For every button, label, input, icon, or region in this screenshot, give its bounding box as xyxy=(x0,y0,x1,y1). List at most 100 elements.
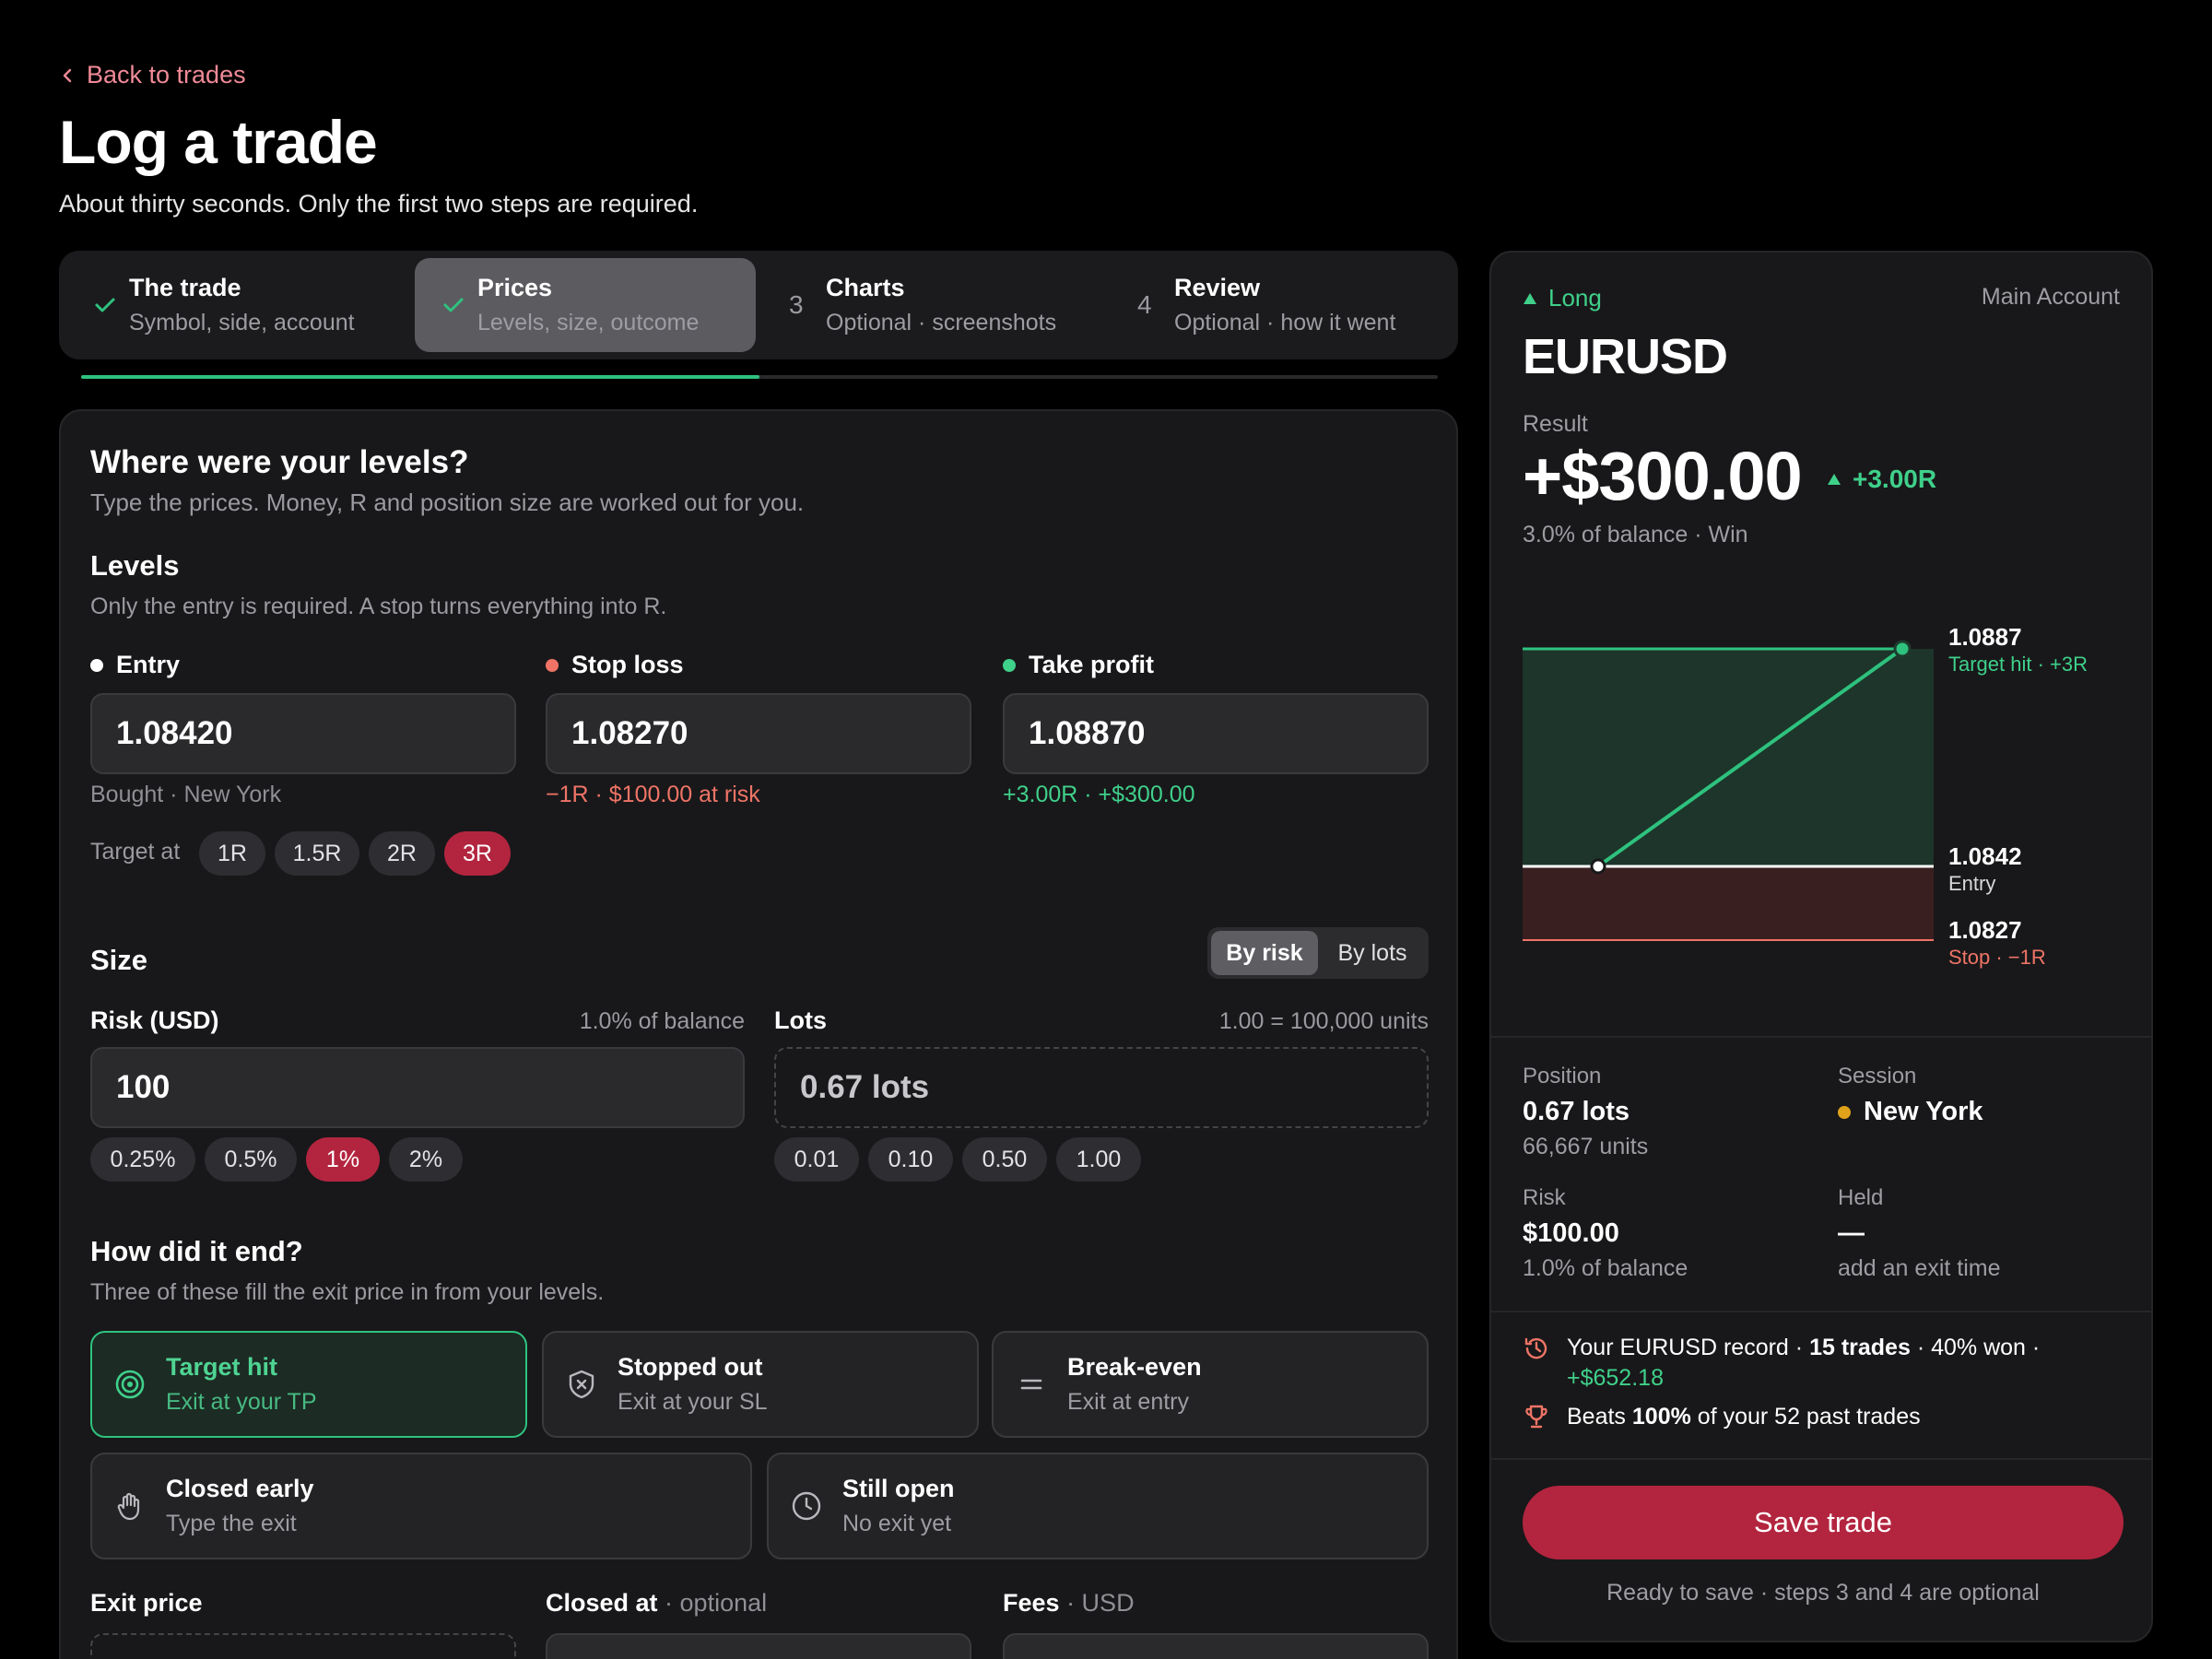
step-review[interactable]: 4 Review Optional · how it went xyxy=(1112,258,1453,352)
save-trade-button[interactable]: Save trade xyxy=(1523,1486,2124,1559)
divider xyxy=(1491,1036,2151,1038)
step-number: 3 xyxy=(789,290,804,319)
step-title: Prices xyxy=(477,274,553,301)
step-subtitle: Levels, size, outcome xyxy=(477,310,700,335)
stop-dot xyxy=(546,658,559,672)
step-title: The trade xyxy=(129,274,241,301)
session-value: New York xyxy=(1838,1097,1983,1127)
by-risk-toggle[interactable]: By risk xyxy=(1211,931,1318,975)
progress-fill xyxy=(81,375,759,379)
record-prefix: Your EURUSD record · xyxy=(1567,1335,1804,1360)
step-prices[interactable]: Prices Levels, size, outcome xyxy=(415,258,756,352)
entry-price: 1.0842 xyxy=(1948,842,2022,870)
option-title: Target hit xyxy=(166,1353,277,1381)
lots-chip-0-10[interactable]: 0.10 xyxy=(868,1137,953,1182)
loss-zone xyxy=(1523,866,1934,940)
option-subtitle: Type the exit xyxy=(166,1511,297,1536)
stop-loss-input[interactable]: 1.08270 xyxy=(546,693,971,774)
exit-price-label: Exit price xyxy=(90,1589,203,1617)
closed-at-label-text: Closed at xyxy=(546,1589,658,1617)
risk-chip-0-25[interactable]: 0.25% xyxy=(90,1137,195,1182)
target-chip-1-5r[interactable]: 1.5R xyxy=(275,831,359,876)
option-title: Stopped out xyxy=(618,1353,763,1381)
target-chip-2r[interactable]: 2R xyxy=(369,831,435,876)
risk-chip-2[interactable]: 2% xyxy=(389,1137,463,1182)
step-subtitle: Optional · how it went xyxy=(1174,310,1396,335)
size-mode-toggle: By risk By lots xyxy=(1207,927,1429,979)
divider xyxy=(1491,1458,2151,1460)
divider xyxy=(1491,1311,2151,1312)
option-title: Break-even xyxy=(1067,1353,1202,1381)
card-title: Where were your levels? xyxy=(90,444,469,480)
outcome-target-hit[interactable]: Target hit Exit at your TP xyxy=(90,1331,527,1438)
entry-label-text: Entry xyxy=(116,651,181,678)
outcome-break-even[interactable]: Break-even Exit at entry xyxy=(992,1331,1429,1438)
levels-card: Where were your levels? Type the prices.… xyxy=(59,409,1458,1659)
risk-summary-note: 1.0% of balance xyxy=(1523,1255,1688,1281)
clock-icon xyxy=(792,1491,821,1521)
history-icon xyxy=(1524,1337,1547,1359)
trade-levels-chart xyxy=(1523,640,1934,941)
option-subtitle: No exit yet xyxy=(842,1511,952,1536)
page-title: Log a trade xyxy=(59,108,378,176)
closed-at-label: Closed at · optional xyxy=(546,1589,767,1618)
fees-label: Fees · USD xyxy=(1003,1589,1135,1618)
held-value: — xyxy=(1838,1218,1865,1248)
target-chip-3r[interactable]: 3R xyxy=(444,831,511,876)
take-profit-input[interactable]: 1.08870 xyxy=(1003,693,1429,774)
outcome-closed-early[interactable]: Closed early Type the exit xyxy=(90,1453,752,1559)
tp-dot xyxy=(1003,658,1016,672)
record-text: Your EURUSD record · 15 trades · 40% won… xyxy=(1567,1333,2131,1393)
back-to-trades-link[interactable]: Back to trades xyxy=(59,61,246,89)
hand-icon xyxy=(117,1492,140,1521)
outcome-still-open[interactable]: Still open No exit yet xyxy=(767,1453,1429,1559)
entry-chart-label: Entry xyxy=(1948,872,1996,895)
page-subtitle: About thirty seconds. Only the first two… xyxy=(59,190,699,218)
take-profit-label: Take profit xyxy=(1003,651,1154,679)
back-label: Back to trades xyxy=(87,61,246,88)
lots-input[interactable]: 0.67 lots xyxy=(774,1047,1429,1128)
risk-input[interactable]: 100 xyxy=(90,1047,745,1128)
lots-hint: 1.00 = 100,000 units xyxy=(1218,1008,1429,1034)
risk-chip-1[interactable]: 1% xyxy=(306,1137,380,1182)
step-the-trade[interactable]: The trade Symbol, side, account xyxy=(66,258,407,352)
stop-label-text: Stop loss xyxy=(571,651,684,678)
step-subtitle: Optional · screenshots xyxy=(826,310,1057,335)
target-chip-1r[interactable]: 1R xyxy=(199,831,265,876)
stop-note: −1R · $100.00 at risk xyxy=(546,782,760,807)
step-title: Review xyxy=(1174,274,1261,301)
closed-at-input[interactable] xyxy=(546,1633,971,1659)
session-dot xyxy=(1838,1105,1851,1119)
outcome-stopped-out[interactable]: Stopped out Exit at your SL xyxy=(542,1331,979,1438)
shield-x-icon xyxy=(569,1370,594,1399)
target-icon xyxy=(115,1370,145,1399)
equals-icon xyxy=(1020,1379,1042,1390)
levels-title: Levels xyxy=(90,549,180,582)
by-lots-toggle[interactable]: By lots xyxy=(1320,931,1425,975)
held-label: Held xyxy=(1838,1185,1884,1210)
position-units: 66,667 units xyxy=(1523,1134,1649,1159)
fees-input[interactable] xyxy=(1003,1633,1429,1659)
check-icon xyxy=(441,292,477,318)
target-at-label: Target at xyxy=(90,839,181,865)
record-pnl: +$652.18 xyxy=(1567,1364,1664,1391)
session-label: Session xyxy=(1838,1064,1917,1088)
stop-loss-label: Stop loss xyxy=(546,651,684,679)
lots-chip-1-00[interactable]: 1.00 xyxy=(1056,1137,1141,1182)
stop-chart-label: Stop · −1R xyxy=(1948,946,2046,969)
beats-suffix: of your 52 past trades xyxy=(1697,1403,1921,1430)
profit-zone xyxy=(1523,649,1934,866)
lots-chip-0-50[interactable]: 0.50 xyxy=(962,1137,1047,1182)
risk-chip-0-5[interactable]: 0.5% xyxy=(205,1137,297,1182)
lots-chip-0-01[interactable]: 0.01 xyxy=(774,1137,859,1182)
entry-note: Bought · New York xyxy=(90,782,282,807)
step-charts[interactable]: 3 Charts Optional · screenshots xyxy=(763,258,1104,352)
entry-input[interactable]: 1.08420 xyxy=(90,693,516,774)
exit-price-input[interactable] xyxy=(90,1633,516,1659)
symbol-record: Your EURUSD record · 15 trades · 40% won… xyxy=(1523,1333,2131,1393)
outcome-description: Three of these fill the exit price in fr… xyxy=(90,1279,605,1305)
option-title: Still open xyxy=(842,1475,955,1502)
entry-label: Entry xyxy=(90,651,180,679)
position-value: 0.67 lots xyxy=(1523,1097,1630,1126)
step-title: Charts xyxy=(826,274,905,301)
